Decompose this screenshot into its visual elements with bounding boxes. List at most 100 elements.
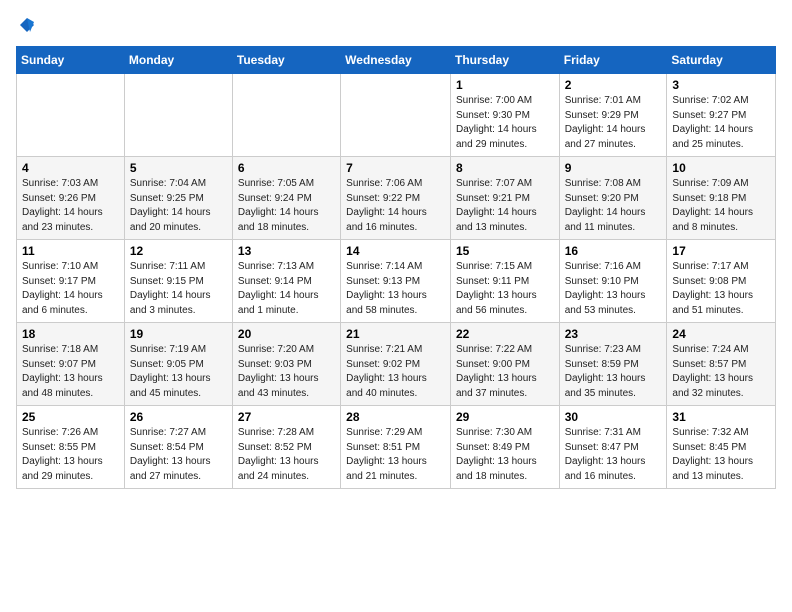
day-info: Sunrise: 7:08 AM Sunset: 9:20 PM Dayligh… xyxy=(565,177,662,235)
calendar-cell: 3 Sunrise: 7:02 AM Sunset: 9:27 PM Daylig… xyxy=(667,74,776,157)
day-info: Sunrise: 7:02 AM Sunset: 9:27 PM Dayligh… xyxy=(672,94,770,152)
day-info: Sunrise: 7:26 AM Sunset: 8:55 PM Dayligh… xyxy=(22,426,119,484)
day-number: 7 xyxy=(346,161,445,175)
day-info: Sunrise: 7:17 AM Sunset: 9:08 PM Dayligh… xyxy=(672,260,770,318)
day-number: 10 xyxy=(672,161,770,175)
day-info: Sunrise: 7:09 AM Sunset: 9:18 PM Dayligh… xyxy=(672,177,770,235)
calendar-cell: 16 Sunrise: 7:16 AM Sunset: 9:10 PM Dayli… xyxy=(559,240,667,323)
calendar-cell: 17Sunrise: 7:17 AM Sunset: 9:08 PM Dayli… xyxy=(667,240,776,323)
calendar-cell: 6 Sunrise: 7:05 AM Sunset: 9:24 PM Daylig… xyxy=(232,157,340,240)
day-number: 9 xyxy=(565,161,662,175)
calendar-cell: 1 Sunrise: 7:00 AM Sunset: 9:30 PM Daylig… xyxy=(450,74,559,157)
day-number: 18 xyxy=(22,327,119,341)
calendar-cell xyxy=(341,74,451,157)
calendar-cell: 9 Sunrise: 7:08 AM Sunset: 9:20 PM Daylig… xyxy=(559,157,667,240)
day-info: Sunrise: 7:24 AM Sunset: 8:57 PM Dayligh… xyxy=(672,343,770,401)
day-number: 31 xyxy=(672,410,770,424)
day-info: Sunrise: 7:16 AM Sunset: 9:10 PM Dayligh… xyxy=(565,260,662,318)
calendar-cell xyxy=(124,74,232,157)
day-number: 1 xyxy=(456,78,554,92)
day-info: Sunrise: 7:13 AM Sunset: 9:14 PM Dayligh… xyxy=(238,260,335,318)
calendar-cell: 24 Sunrise: 7:24 AM Sunset: 8:57 PM Dayli… xyxy=(667,323,776,406)
calendar-table: SundayMondayTuesdayWednesdayThursdayFrid… xyxy=(16,46,776,489)
day-number: 30 xyxy=(565,410,662,424)
weekday-header-sunday: Sunday xyxy=(17,47,125,74)
day-info: Sunrise: 7:23 AM Sunset: 8:59 PM Dayligh… xyxy=(565,343,662,401)
day-info: Sunrise: 7:06 AM Sunset: 9:22 PM Dayligh… xyxy=(346,177,445,235)
calendar-cell: 2Sunrise: 7:01 AM Sunset: 9:29 PM Daylig… xyxy=(559,74,667,157)
weekday-header-wednesday: Wednesday xyxy=(341,47,451,74)
calendar-week-row: 25 Sunrise: 7:26 AM Sunset: 8:55 PM Dayli… xyxy=(17,406,776,489)
day-number: 2 xyxy=(565,78,662,92)
calendar-week-row: 18 Sunrise: 7:18 AM Sunset: 9:07 PM Dayli… xyxy=(17,323,776,406)
day-info: Sunrise: 7:18 AM Sunset: 9:07 PM Dayligh… xyxy=(22,343,119,401)
day-info: Sunrise: 7:00 AM Sunset: 9:30 PM Dayligh… xyxy=(456,94,554,152)
calendar-cell: 27 Sunrise: 7:28 AM Sunset: 8:52 PM Dayli… xyxy=(232,406,340,489)
calendar-cell: 26 Sunrise: 7:27 AM Sunset: 8:54 PM Dayli… xyxy=(124,406,232,489)
day-info: Sunrise: 7:15 AM Sunset: 9:11 PM Dayligh… xyxy=(456,260,554,318)
day-info: Sunrise: 7:27 AM Sunset: 8:54 PM Dayligh… xyxy=(130,426,227,484)
calendar-cell: 11 Sunrise: 7:10 AM Sunset: 9:17 PM Dayli… xyxy=(17,240,125,323)
day-info: Sunrise: 7:04 AM Sunset: 9:25 PM Dayligh… xyxy=(130,177,227,235)
weekday-header-monday: Monday xyxy=(124,47,232,74)
calendar-cell: 10 Sunrise: 7:09 AM Sunset: 9:18 PM Dayli… xyxy=(667,157,776,240)
calendar-cell: 29Sunrise: 7:30 AM Sunset: 8:49 PM Dayli… xyxy=(450,406,559,489)
day-number: 6 xyxy=(238,161,335,175)
calendar-cell: 13 Sunrise: 7:13 AM Sunset: 9:14 PM Dayli… xyxy=(232,240,340,323)
day-number: 13 xyxy=(238,244,335,258)
day-number: 27 xyxy=(238,410,335,424)
calendar-week-row: 11 Sunrise: 7:10 AM Sunset: 9:17 PM Dayli… xyxy=(17,240,776,323)
day-number: 12 xyxy=(130,244,227,258)
weekday-header-saturday: Saturday xyxy=(667,47,776,74)
calendar-cell: 7 Sunrise: 7:06 AM Sunset: 9:22 PM Daylig… xyxy=(341,157,451,240)
day-info: Sunrise: 7:03 AM Sunset: 9:26 PM Dayligh… xyxy=(22,177,119,235)
calendar-cell: 14 Sunrise: 7:14 AM Sunset: 9:13 PM Dayli… xyxy=(341,240,451,323)
day-info: Sunrise: 7:21 AM Sunset: 9:02 PM Dayligh… xyxy=(346,343,445,401)
calendar-cell: 30 Sunrise: 7:31 AM Sunset: 8:47 PM Dayli… xyxy=(559,406,667,489)
day-info: Sunrise: 7:32 AM Sunset: 8:45 PM Dayligh… xyxy=(672,426,770,484)
calendar-cell: 8 Sunrise: 7:07 AM Sunset: 9:21 PM Daylig… xyxy=(450,157,559,240)
day-info: Sunrise: 7:10 AM Sunset: 9:17 PM Dayligh… xyxy=(22,260,119,318)
day-info: Sunrise: 7:07 AM Sunset: 9:21 PM Dayligh… xyxy=(456,177,554,235)
day-number: 8 xyxy=(456,161,554,175)
day-number: 28 xyxy=(346,410,445,424)
calendar-week-row: 4 Sunrise: 7:03 AM Sunset: 9:26 PM Daylig… xyxy=(17,157,776,240)
day-info: Sunrise: 7:28 AM Sunset: 8:52 PM Dayligh… xyxy=(238,426,335,484)
day-number: 25 xyxy=(22,410,119,424)
day-number: 14 xyxy=(346,244,445,258)
day-info: Sunrise: 7:11 AM Sunset: 9:15 PM Dayligh… xyxy=(130,260,227,318)
day-number: 23 xyxy=(565,327,662,341)
day-number: 29 xyxy=(456,410,554,424)
logo xyxy=(16,16,38,34)
day-number: 16 xyxy=(565,244,662,258)
day-number: 24 xyxy=(672,327,770,341)
calendar-cell: 15 Sunrise: 7:15 AM Sunset: 9:11 PM Dayli… xyxy=(450,240,559,323)
calendar-cell: 25 Sunrise: 7:26 AM Sunset: 8:55 PM Dayli… xyxy=(17,406,125,489)
day-number: 21 xyxy=(346,327,445,341)
weekday-header-thursday: Thursday xyxy=(450,47,559,74)
day-info: Sunrise: 7:31 AM Sunset: 8:47 PM Dayligh… xyxy=(565,426,662,484)
calendar-cell: 4 Sunrise: 7:03 AM Sunset: 9:26 PM Daylig… xyxy=(17,157,125,240)
day-info: Sunrise: 7:22 AM Sunset: 9:00 PM Dayligh… xyxy=(456,343,554,401)
day-number: 4 xyxy=(22,161,119,175)
calendar-cell: 31 Sunrise: 7:32 AM Sunset: 8:45 PM Dayli… xyxy=(667,406,776,489)
calendar-cell xyxy=(17,74,125,157)
calendar-cell: 22 Sunrise: 7:22 AM Sunset: 9:00 PM Dayli… xyxy=(450,323,559,406)
day-info: Sunrise: 7:14 AM Sunset: 9:13 PM Dayligh… xyxy=(346,260,445,318)
calendar-header-row: SundayMondayTuesdayWednesdayThursdayFrid… xyxy=(17,47,776,74)
day-info: Sunrise: 7:05 AM Sunset: 9:24 PM Dayligh… xyxy=(238,177,335,235)
weekday-header-friday: Friday xyxy=(559,47,667,74)
calendar-week-row: 1 Sunrise: 7:00 AM Sunset: 9:30 PM Daylig… xyxy=(17,74,776,157)
day-number: 19 xyxy=(130,327,227,341)
day-number: 15 xyxy=(456,244,554,258)
day-info: Sunrise: 7:29 AM Sunset: 8:51 PM Dayligh… xyxy=(346,426,445,484)
page-header xyxy=(16,16,776,34)
calendar-cell xyxy=(232,74,340,157)
day-info: Sunrise: 7:20 AM Sunset: 9:03 PM Dayligh… xyxy=(238,343,335,401)
day-number: 5 xyxy=(130,161,227,175)
calendar-cell: 28 Sunrise: 7:29 AM Sunset: 8:51 PM Dayli… xyxy=(341,406,451,489)
day-number: 26 xyxy=(130,410,227,424)
day-number: 22 xyxy=(456,327,554,341)
day-number: 11 xyxy=(22,244,119,258)
day-number: 3 xyxy=(672,78,770,92)
